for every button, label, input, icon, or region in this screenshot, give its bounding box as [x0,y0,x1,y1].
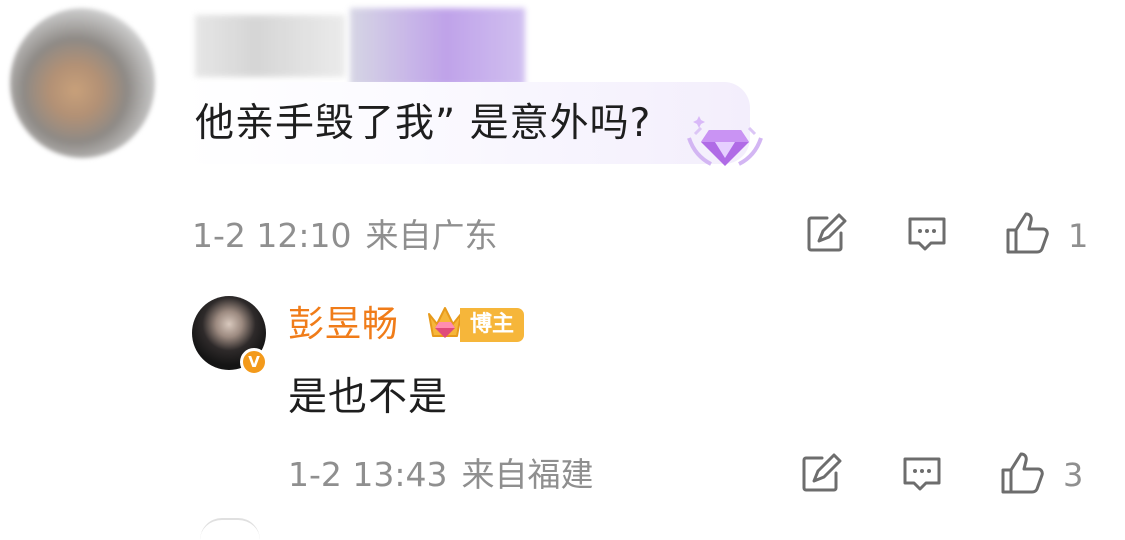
comment-text: 他亲手毁了我” 是意外吗? [195,101,652,146]
comment-icon[interactable] [901,453,943,495]
thumbs-up-icon[interactable] [1004,210,1052,256]
comment-time: 1-2 12:10 [192,216,352,255]
crown-icon [428,307,462,338]
comment-meta: 1-2 12:10 来自广东 [192,216,498,256]
reply-author-name[interactable]: 彭昱畅 [288,302,399,348]
share-edit-icon[interactable] [800,453,842,495]
verified-badge: V [240,348,268,376]
thumbs-up-icon[interactable] [999,450,1047,496]
comment-icon[interactable] [906,213,948,255]
reply-meta: 1-2 13:43 来自福建 [288,455,594,495]
blogger-badge: 博主 [460,308,525,342]
blurred-commenter-avatar[interactable] [10,8,155,158]
reply-time: 1-2 13:43 [288,455,448,494]
share-edit-icon[interactable] [805,213,847,255]
reply-like-count: 3 [1063,456,1084,494]
comment-like-count: 1 [1068,217,1089,255]
blurred-commenter-name[interactable] [195,15,345,77]
reply-text: 是也不是 [288,375,449,420]
next-avatar-edge [200,518,260,540]
blurred-commenter-badge [350,8,525,86]
reply-location: 来自福建 [461,455,594,494]
comment-location: 来自广东 [365,216,498,255]
gem-badge-icon [687,116,763,166]
